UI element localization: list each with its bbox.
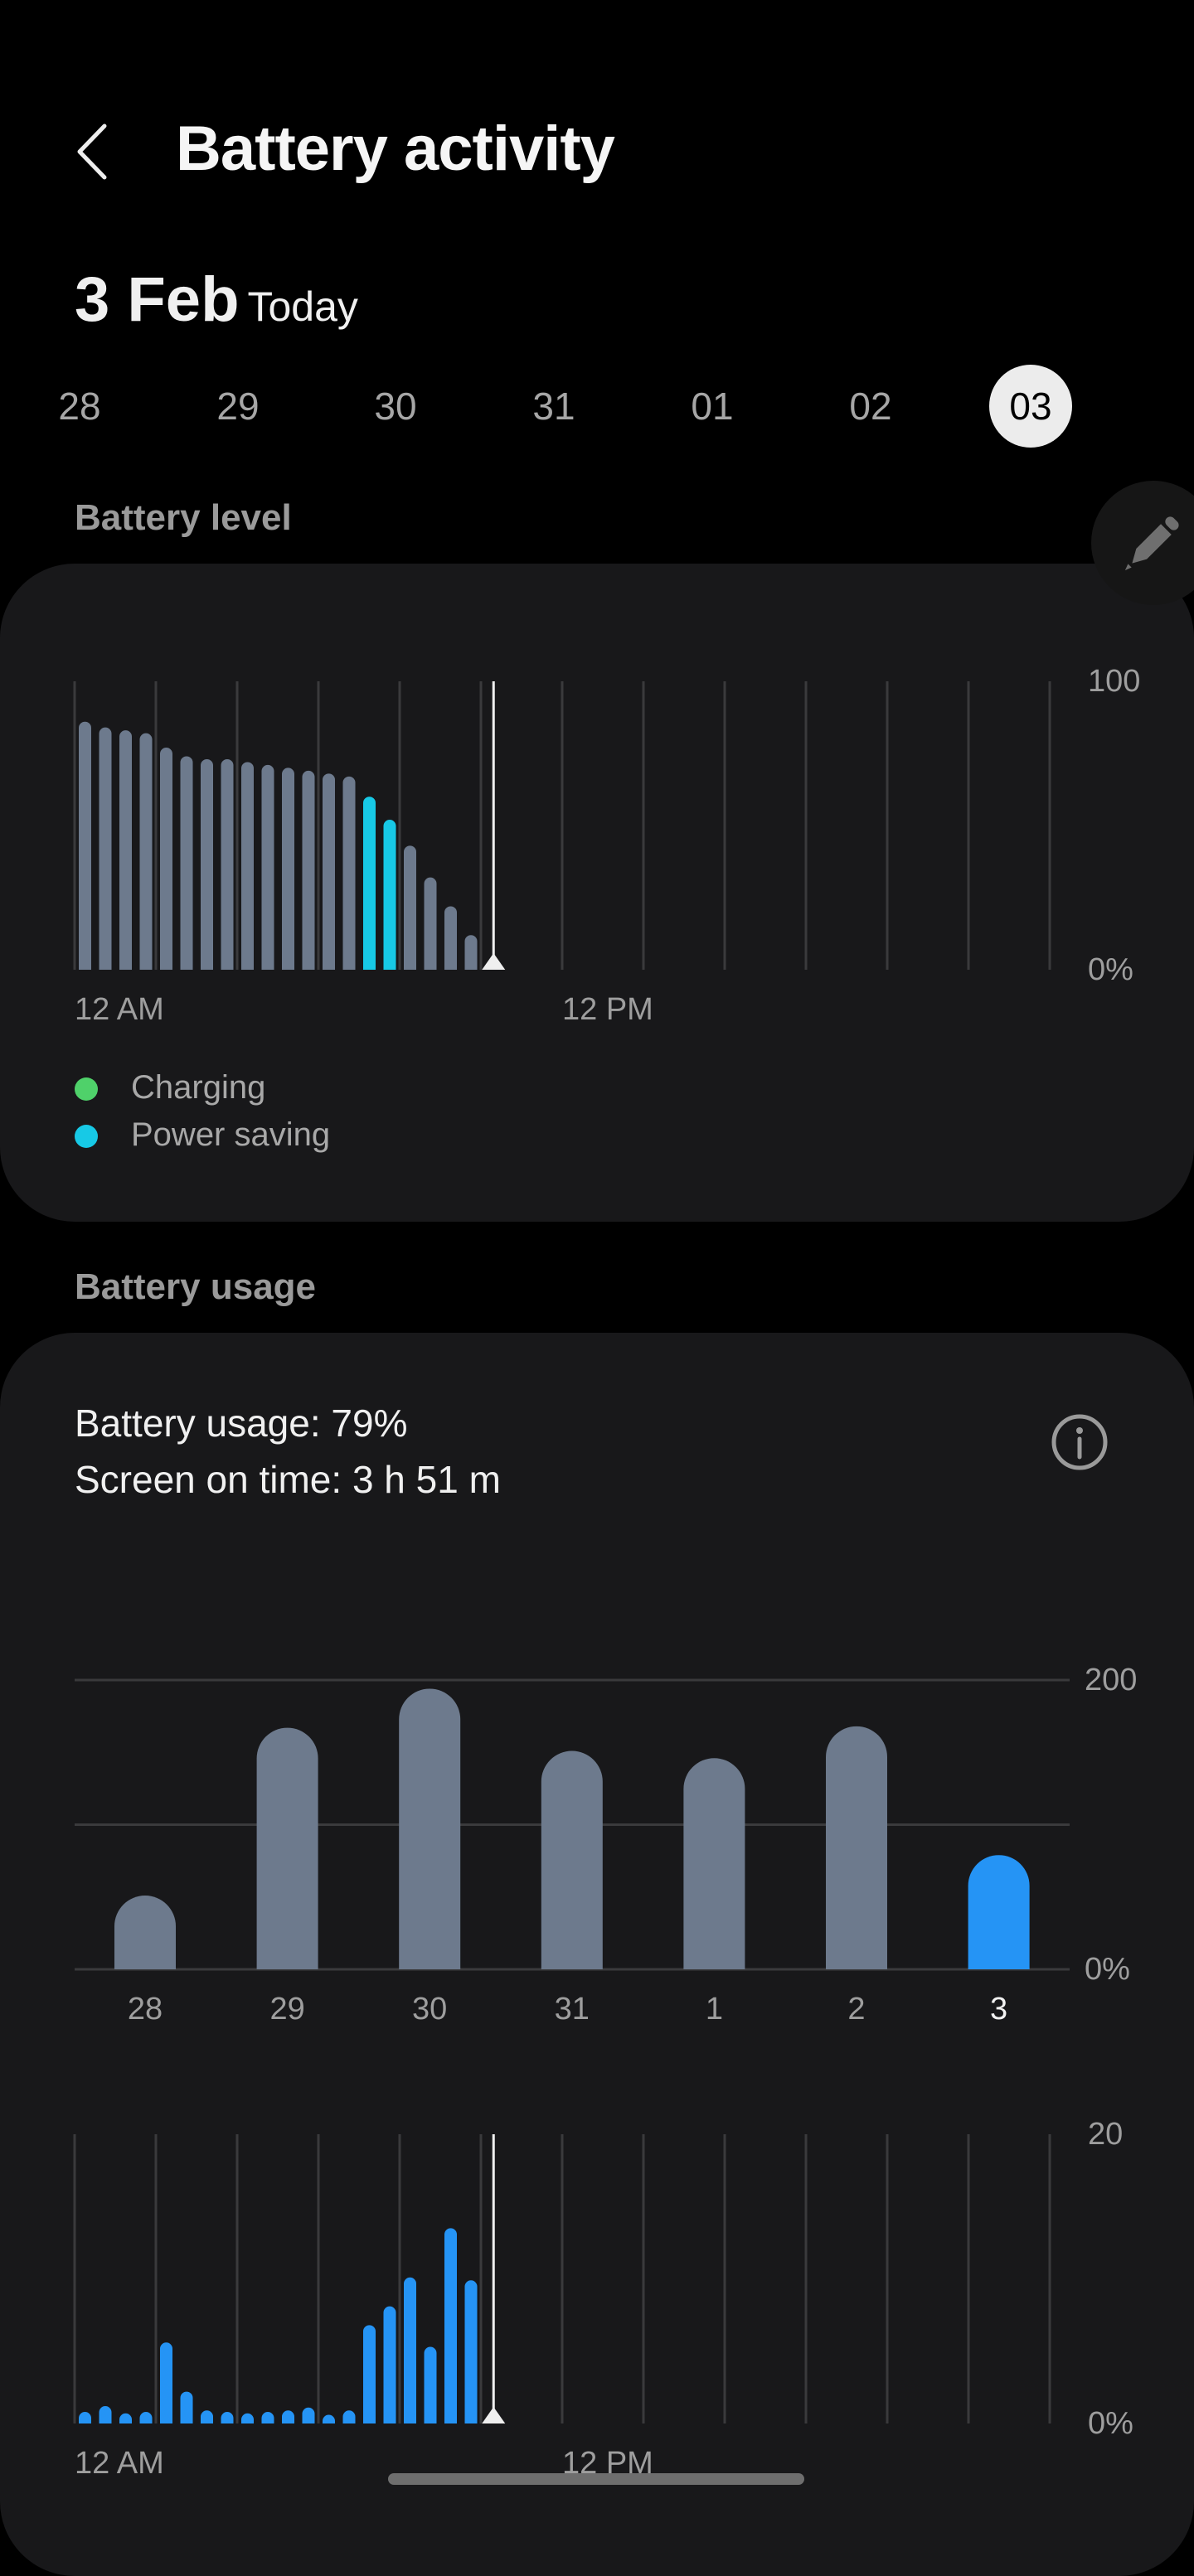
bar-slot-18 xyxy=(444,906,457,970)
date-main: 3 Feb xyxy=(75,264,240,335)
bar-slot-5 xyxy=(180,2391,193,2423)
x-tick-12pm: 12 PM xyxy=(562,992,653,1027)
bar-slot-0 xyxy=(79,2412,91,2423)
battery-usage-card: Battery usage: 79% Screen on time: 3 h 5… xyxy=(0,1333,1194,2576)
day-tab-28[interactable]: 28 xyxy=(38,365,121,448)
bar-slot-12 xyxy=(323,2414,335,2423)
bar-slot-9 xyxy=(261,764,274,970)
x-tick-28: 28 xyxy=(128,1992,163,2026)
selected-date: 3 Feb Today xyxy=(75,264,358,336)
bar-slot-7 xyxy=(221,2412,234,2423)
legend-label-charging: Charging xyxy=(131,1069,266,1106)
bar-slot-4 xyxy=(160,2342,172,2423)
bar-slot-15 xyxy=(383,2306,396,2423)
day-bar-29 xyxy=(256,1727,318,1969)
edit-button[interactable] xyxy=(1091,481,1194,605)
day-bar-2 xyxy=(826,1726,887,1969)
x-tick-2: 2 xyxy=(847,1992,865,2026)
y-tick-max: 20 xyxy=(1088,2117,1123,2152)
bar-slot-14 xyxy=(363,797,376,970)
battery-level-label: Battery level xyxy=(75,497,292,538)
bar-slot-3 xyxy=(139,2412,153,2423)
x-tick-12am: 12 AM xyxy=(75,2446,164,2481)
bar-slot-5 xyxy=(180,756,193,970)
bar-slot-14 xyxy=(363,2325,376,2423)
x-tick-30: 30 xyxy=(412,1992,447,2026)
bar-slot-10 xyxy=(282,767,294,970)
day-tab-31[interactable]: 31 xyxy=(512,365,595,448)
y-tick-min: 0% xyxy=(1088,952,1133,987)
x-tick-12am: 12 AM xyxy=(75,992,164,1027)
x-tick-3: 3 xyxy=(990,1992,1007,2026)
day-tab-01[interactable]: 01 xyxy=(671,365,754,448)
date-sub: Today xyxy=(247,283,358,330)
x-tick-31: 31 xyxy=(555,1992,590,2026)
legend-dot-charging xyxy=(75,1077,98,1101)
x-tick-29: 29 xyxy=(269,1992,304,2026)
bar-slot-12 xyxy=(323,773,335,970)
bar-slot-10 xyxy=(282,2410,294,2423)
bar-slot-0 xyxy=(79,721,91,970)
battery-level-card: 12 AM 12 PM 100 0% Charging Power saving xyxy=(0,564,1194,1222)
day-bar-28 xyxy=(114,1896,176,1969)
bar-slot-9 xyxy=(261,2412,274,2423)
bar-slot-19 xyxy=(464,935,478,970)
legend-dot-power-saving xyxy=(75,1125,98,1148)
y-tick-min: 0% xyxy=(1085,1952,1130,1987)
bar-slot-13 xyxy=(342,2410,356,2423)
bar-slot-1 xyxy=(99,727,112,970)
day-bar-30 xyxy=(399,1688,461,1969)
home-indicator[interactable] xyxy=(388,2473,804,2485)
battery-usage-daily-chart: 28 29 30 31 1 2 32000%12 AM 12 PM200% xyxy=(73,1663,1137,2481)
bar-slot-11 xyxy=(302,770,315,970)
pencil-icon xyxy=(1124,516,1179,571)
now-marker-triangle xyxy=(482,2407,506,2423)
bar-slot-2 xyxy=(119,730,132,970)
bar-slot-17 xyxy=(424,877,437,970)
y-tick-min: 0% xyxy=(1088,2406,1133,2441)
day-selector: 28 29 30 31 01 02 03 xyxy=(41,365,1186,448)
bar-slot-8 xyxy=(241,2413,254,2423)
day-tab-30[interactable]: 30 xyxy=(354,365,437,448)
day-bar-3 xyxy=(968,1855,1030,1969)
legend-label-power-saving: Power saving xyxy=(131,1116,331,1153)
bar-slot-8 xyxy=(241,762,254,970)
bar-slot-16 xyxy=(404,2277,416,2423)
day-bar-31 xyxy=(541,1750,603,1969)
bar-slot-16 xyxy=(404,845,416,970)
bar-slot-13 xyxy=(342,776,356,970)
y-tick-max: 200 xyxy=(1085,1663,1137,1697)
bar-slot-17 xyxy=(424,2346,437,2423)
bar-slot-2 xyxy=(119,2413,132,2423)
day-bar-1 xyxy=(683,1758,745,1969)
y-tick-max: 100 xyxy=(1088,664,1140,699)
bar-slot-19 xyxy=(464,2280,478,2423)
chevron-left-icon xyxy=(77,123,107,180)
x-tick-1: 1 xyxy=(706,1992,723,2026)
bar-slot-11 xyxy=(302,2407,315,2423)
bar-slot-6 xyxy=(201,2410,213,2423)
bar-slot-7 xyxy=(221,758,234,970)
bar-slot-15 xyxy=(383,820,396,970)
back-button[interactable] xyxy=(73,123,114,181)
now-marker-triangle xyxy=(482,953,506,970)
bar-slot-3 xyxy=(139,733,153,970)
day-tab-03[interactable]: 03 xyxy=(989,365,1072,448)
page-title: Battery activity xyxy=(176,114,615,184)
battery-usage-label: Battery usage xyxy=(75,1266,317,1307)
bar-slot-18 xyxy=(444,2228,457,2423)
bar-slot-6 xyxy=(201,758,213,970)
day-tab-02[interactable]: 02 xyxy=(829,365,912,448)
bar-slot-1 xyxy=(99,2406,112,2423)
day-tab-29[interactable]: 29 xyxy=(197,365,279,448)
bar-slot-4 xyxy=(160,748,172,970)
